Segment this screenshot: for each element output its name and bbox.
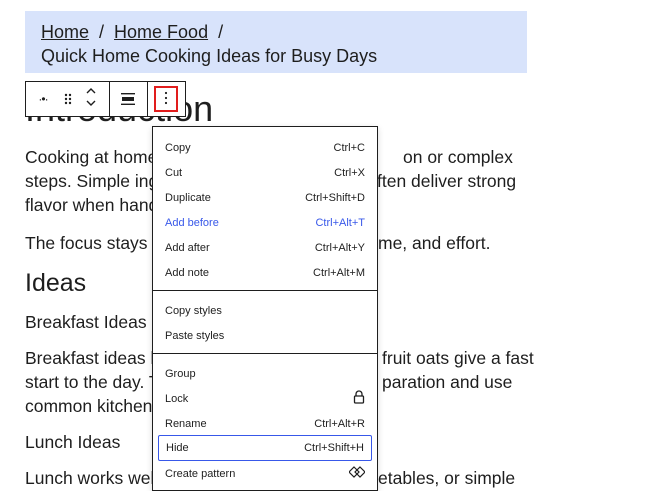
menu-item-hide[interactable]: Hide Ctrl+Shift+H — [158, 435, 372, 461]
menu-item-shortcut: Ctrl+Shift+D — [305, 191, 365, 204]
more-vertical-icon — [164, 91, 168, 108]
menu-item-label: Paste styles — [165, 329, 225, 342]
menu-item-copy[interactable]: Copy Ctrl+C — [158, 135, 372, 160]
paragraph-intro-line[interactable]: flavor when hand — [25, 193, 158, 217]
breadcrumb-current: Quick Home Cooking Ideas for Busy Days — [41, 46, 378, 66]
menu-item-shortcut: Ctrl+C — [333, 141, 365, 154]
menu-item-shortcut: Ctrl+Alt+R — [314, 417, 365, 430]
paragraph-breakfast-line[interactable]: start to the day. T — [25, 370, 160, 394]
menu-item-lock[interactable]: Lock — [158, 386, 372, 411]
menu-divider — [153, 290, 377, 291]
paragraph-breakfast-line[interactable]: Breakfast ideas li — [25, 346, 158, 370]
breadcrumb-category-link[interactable]: Home Food — [114, 22, 208, 42]
align-icon[interactable] — [110, 82, 146, 116]
lock-icon — [353, 390, 365, 407]
menu-item-label: Add before — [165, 216, 219, 229]
paragraph-focus[interactable]: The focus stays o — [25, 231, 162, 255]
menu-item-cut[interactable]: Cut Ctrl+X — [158, 160, 372, 185]
paragraph-lunch-line[interactable]: Lunch works well — [25, 466, 158, 490]
menu-item-label: Create pattern — [165, 467, 236, 480]
menu-item-duplicate[interactable]: Duplicate Ctrl+Shift+D — [158, 185, 372, 210]
menu-item-label: Add after — [165, 241, 210, 254]
menu-item-rename[interactable]: Rename Ctrl+Alt+R — [158, 411, 372, 436]
menu-item-label: Rename — [165, 417, 207, 430]
menu-item-add-before[interactable]: Add before Ctrl+Alt+T — [158, 210, 372, 235]
block-toolbar: ·•· — [25, 81, 186, 117]
menu-item-label: Group — [165, 367, 196, 380]
more-options-button[interactable] — [154, 86, 178, 112]
paragraph-intro-line[interactable]: steps. Simple ing — [25, 169, 158, 193]
paragraph-breakfast-line[interactable]: paration and use — [382, 370, 512, 394]
paragraph-intro-line[interactable]: Cooking at home — [25, 145, 157, 169]
breadcrumb: Home / Home Food / Quick Home Cooking Ideas… — [25, 11, 527, 73]
menu-item-add-note[interactable]: Add note Ctrl+Alt+M — [158, 260, 372, 285]
block-mover — [76, 82, 106, 116]
subheading-breakfast[interactable]: Breakfast Ideas — [25, 310, 147, 334]
menu-item-label: Copy — [165, 141, 191, 154]
paragraph-intro-line[interactable]: ften deliver strong — [377, 169, 516, 193]
paragraph-breakfast-line[interactable]: common kitchen — [25, 394, 152, 418]
menu-item-label: Cut — [165, 166, 183, 179]
menu-item-label: Add note — [165, 266, 210, 279]
block-options-menu: Copy Ctrl+C Cut Ctrl+X Duplicate Ctrl+Sh… — [152, 126, 378, 491]
paragraph-transform-icon[interactable]: ·•· — [26, 82, 60, 116]
drag-handle-icon[interactable] — [60, 82, 76, 116]
toolbar-options-group — [148, 82, 185, 116]
menu-item-shortcut: Ctrl+X — [334, 166, 365, 179]
section-heading-ideas[interactable]: Ideas — [25, 268, 86, 298]
menu-item-shortcut: Ctrl+Alt+M — [313, 266, 365, 279]
pattern-icon — [348, 466, 366, 481]
menu-item-group[interactable]: Group — [158, 361, 372, 386]
paragraph-intro-line[interactable]: on or complex — [403, 145, 513, 169]
menu-item-paste-styles[interactable]: Paste styles — [158, 323, 372, 348]
menu-item-add-after[interactable]: Add after Ctrl+Alt+Y — [158, 235, 372, 260]
menu-item-label: Copy styles — [165, 304, 222, 317]
menu-item-label: Duplicate — [165, 191, 211, 204]
breadcrumb-separator: / — [218, 22, 224, 42]
chevron-up-icon[interactable] — [85, 87, 97, 99]
menu-item-shortcut: Ctrl+Alt+T — [315, 216, 365, 229]
breadcrumb-home-link[interactable]: Home — [41, 22, 89, 42]
paragraph-focus[interactable]: me, and effort. — [378, 231, 491, 255]
chevron-down-icon[interactable] — [85, 99, 97, 111]
paragraph-breakfast-line[interactable]: fruit oats give a fast — [382, 346, 534, 370]
menu-item-label: Hide — [166, 442, 189, 454]
paragraph-lunch-line[interactable]: etables, or simple — [378, 466, 515, 490]
toolbar-block-group: ·•· — [26, 82, 110, 116]
menu-item-shortcut: Ctrl+Shift+H — [304, 442, 364, 454]
menu-item-shortcut: Ctrl+Alt+Y — [314, 241, 365, 254]
breadcrumb-separator: / — [99, 22, 105, 42]
subheading-lunch[interactable]: Lunch Ideas — [25, 430, 120, 454]
menu-item-create-pattern[interactable]: Create pattern — [158, 461, 372, 486]
toolbar-align-group — [110, 82, 148, 116]
menu-item-copy-styles[interactable]: Copy styles — [158, 298, 372, 323]
menu-item-label: Lock — [165, 392, 189, 405]
menu-divider — [153, 353, 377, 354]
